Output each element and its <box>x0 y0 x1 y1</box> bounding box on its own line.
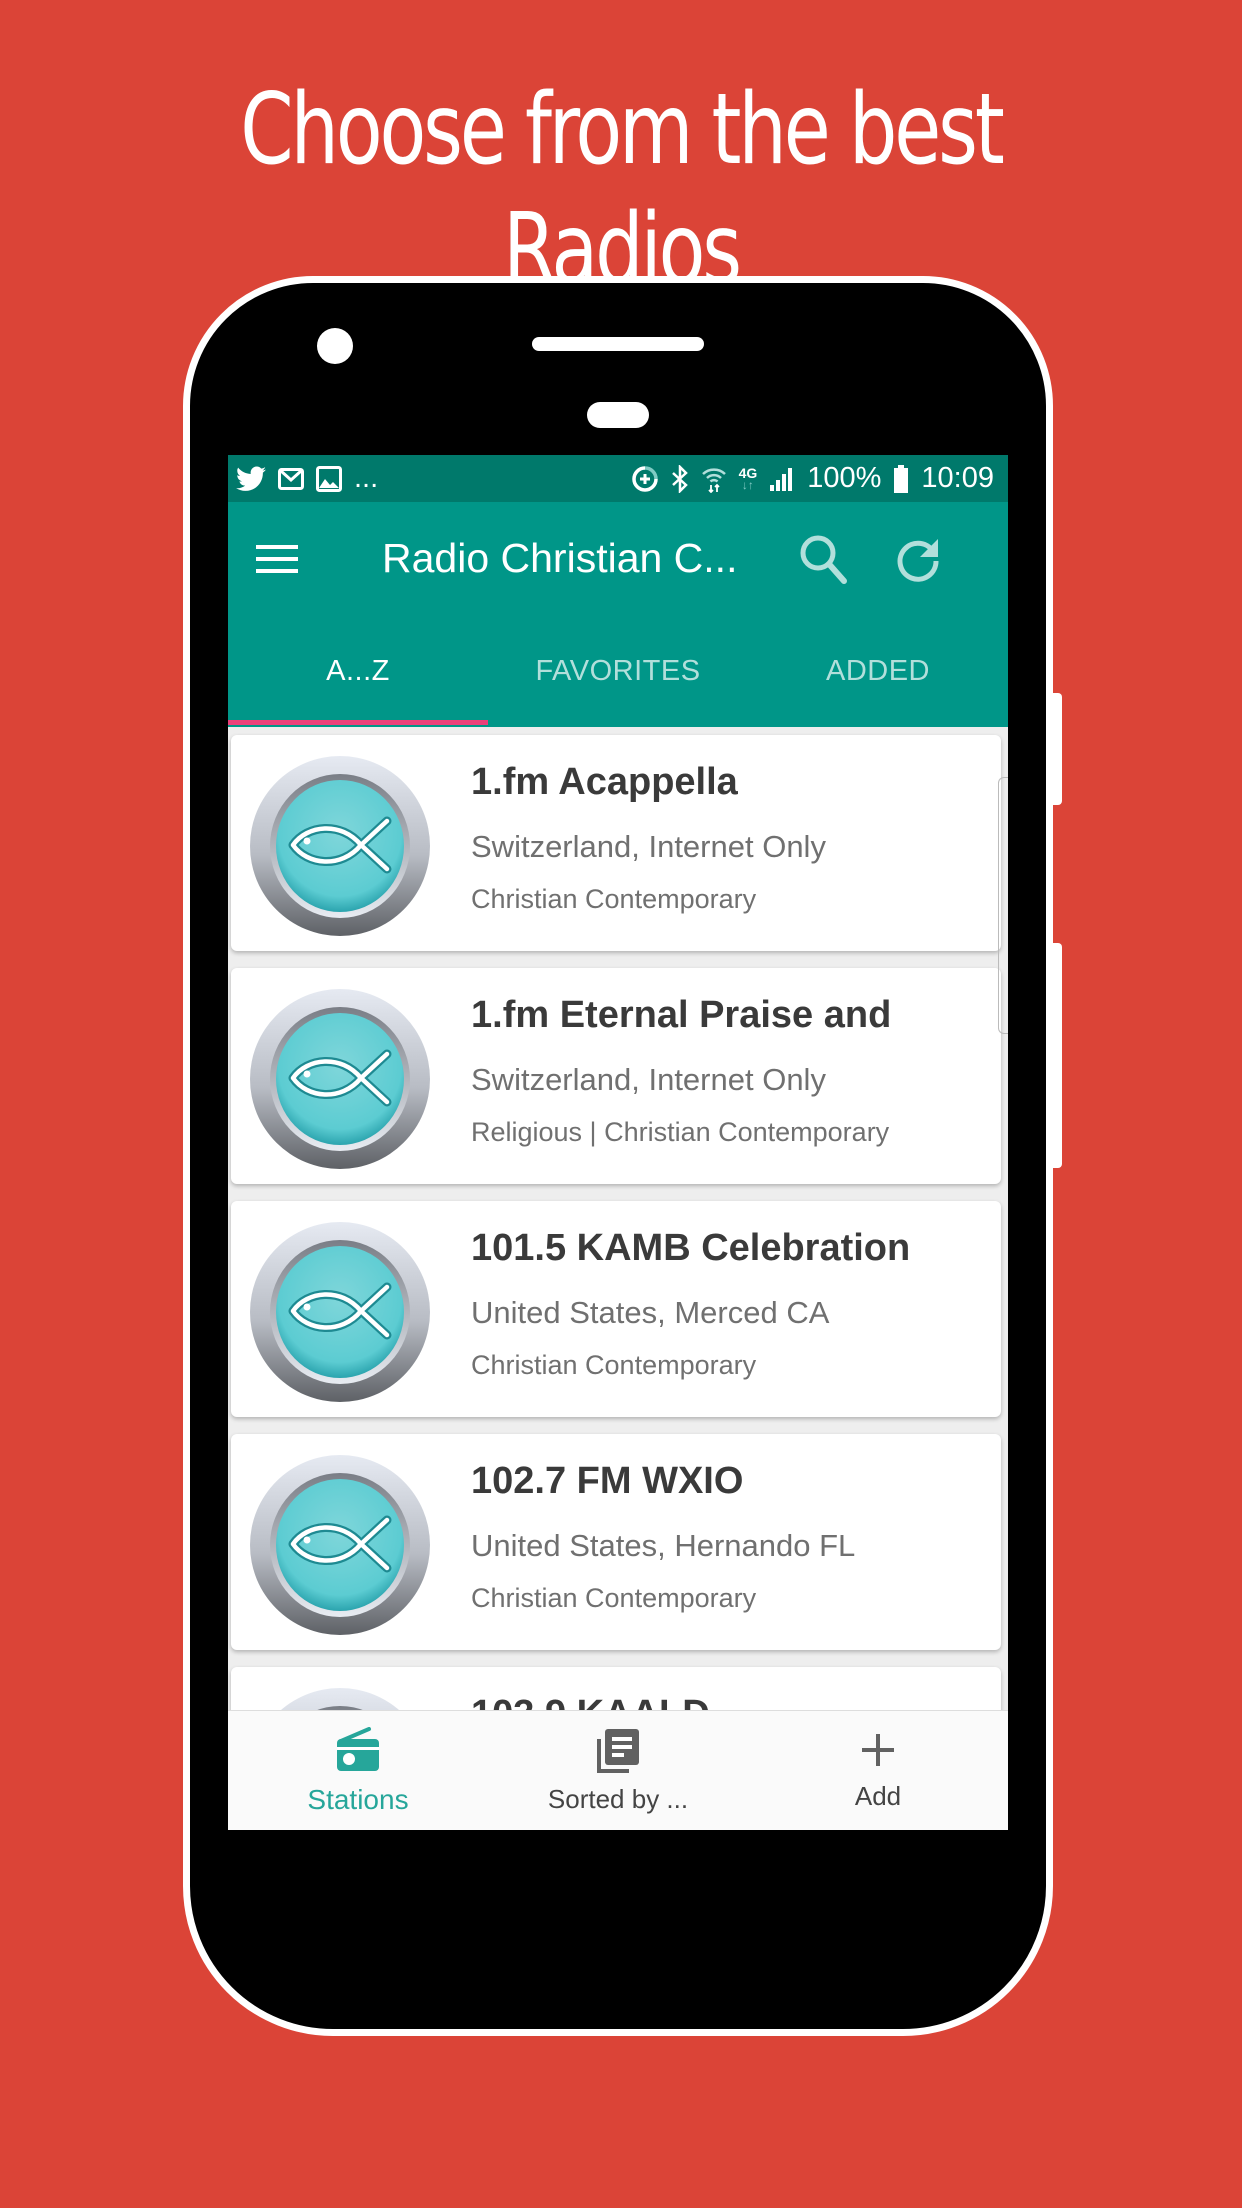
bottom-navigation: Stations Sorted by ... Add <box>228 1710 1008 1830</box>
tab-a-z[interactable]: A...Z <box>228 615 488 727</box>
phone-side-button-volume <box>1052 943 1062 1168</box>
gmail-icon <box>278 467 304 490</box>
nav-sorted-by[interactable]: Sorted by ... <box>488 1711 748 1830</box>
app-screen: ... 4G ↓↑ 100% 10:09 Radio Christian C..… <box>228 455 1008 1830</box>
search-icon[interactable] <box>792 527 856 591</box>
station-genre: Christian Contemporary <box>471 884 757 914</box>
clock: 10:09 <box>921 462 994 494</box>
station-name: 1.fm Eternal Praise and <box>471 994 892 1036</box>
hamburger-menu-icon[interactable] <box>256 542 326 576</box>
refresh-icon[interactable] <box>886 527 950 591</box>
station-location: Switzerland, Internet Only <box>471 829 826 864</box>
plus-icon <box>858 1730 898 1775</box>
fish-logo-icon <box>249 1221 431 1403</box>
phone-camera <box>317 328 353 364</box>
fish-logo-icon <box>249 1454 431 1636</box>
headline: Choose from the best Radios <box>240 73 1005 307</box>
nav-stations-label: Stations <box>307 1783 409 1815</box>
status-bar: ... 4G ↓↑ 100% 10:09 <box>228 455 1008 502</box>
phone-side-button-power <box>1052 693 1062 805</box>
signal-icon <box>769 466 795 492</box>
4g-icon: 4G ↓↑ <box>738 464 758 492</box>
station-location: United States, Merced CA <box>471 1295 830 1330</box>
station-card[interactable]: 101.5 KAMB Celebration United States, Me… <box>231 1201 1001 1417</box>
station-name: 101.5 KAMB Celebration <box>471 1227 911 1269</box>
station-genre: Christian Contemporary <box>471 1350 757 1380</box>
nav-add-label: Add <box>854 1781 902 1811</box>
station-genre: Religious | Christian Contemporary <box>471 1117 890 1147</box>
data-saver-icon <box>631 465 659 493</box>
nav-add[interactable]: Add <box>748 1711 1008 1830</box>
nav-stations[interactable]: Stations <box>228 1711 488 1830</box>
tab-favorites[interactable]: FAVORITES <box>488 615 748 727</box>
station-name: 102.7 FM WXIO <box>471 1460 744 1502</box>
radio-icon <box>335 1726 381 1778</box>
gallery-icon <box>316 465 342 492</box>
bluetooth-icon <box>671 464 689 493</box>
station-card[interactable]: 1.fm Eternal Praise and Switzerland, Int… <box>231 968 1001 1184</box>
battery-percent: 100% <box>807 462 882 494</box>
station-location: United States, Hernando FL <box>471 1528 856 1563</box>
nav-sorted-by-label: Sorted by ... <box>547 1784 689 1814</box>
more-notifications-icon: ... <box>354 462 379 494</box>
app-bar: Radio Christian C... <box>228 502 1008 615</box>
app-title: Radio Christian C... <box>382 535 738 581</box>
library-books-icon <box>595 1727 641 1778</box>
station-card[interactable]: 102.7 FM WXIO United States, Hernando FL… <box>231 1434 1001 1650</box>
tab-added[interactable]: ADDED <box>748 615 1008 727</box>
battery-icon <box>893 464 909 493</box>
wifi-icon <box>701 465 727 493</box>
station-name: 1.fm Acappella <box>471 761 738 803</box>
station-genre: Christian Contemporary <box>471 1583 757 1613</box>
phone-speaker <box>532 337 704 351</box>
fish-logo-icon <box>249 988 431 1170</box>
twitter-icon <box>236 466 266 492</box>
station-location: Switzerland, Internet Only <box>471 1062 826 1097</box>
tab-bar: A...Z FAVORITES ADDED <box>228 615 1008 727</box>
phone-sensor <box>587 402 649 428</box>
station-card[interactable]: 1.fm Acappella Switzerland, Internet Onl… <box>231 735 1001 951</box>
scrollbar[interactable] <box>998 777 1008 1034</box>
fish-logo-icon <box>249 755 431 937</box>
